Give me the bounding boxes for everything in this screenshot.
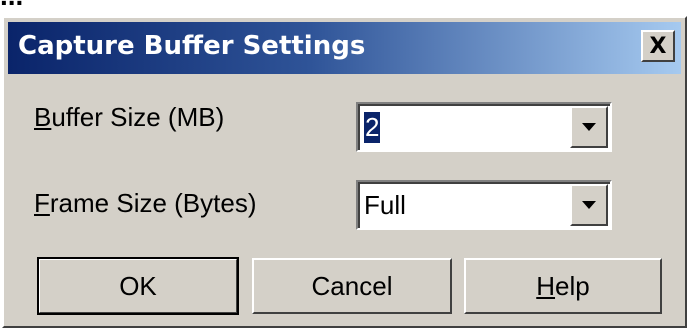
cancel-button-label: Cancel (311, 270, 393, 301)
chevron-down-icon (582, 201, 596, 209)
capture-buffer-settings-dialog: Capture Buffer Settings X Buffer Size (M… (2, 16, 687, 328)
buffer-size-dropdown-button[interactable] (570, 106, 608, 148)
frame-size-dropdown-button[interactable] (570, 184, 608, 226)
frame-size-value: Full (364, 190, 406, 220)
title-bar[interactable]: Capture Buffer Settings X (8, 22, 681, 74)
close-button[interactable]: X (641, 30, 675, 62)
help-mnemonic: H (536, 270, 556, 301)
frame-size-mnemonic: F (34, 188, 50, 218)
help-button-label: Help (536, 271, 589, 302)
frame-size-combobox[interactable]: Full (356, 180, 612, 230)
buffer-size-label-text: uffer Size (MB) (51, 102, 225, 132)
frame-size-label: Frame Size (Bytes) (34, 188, 257, 219)
ok-button[interactable]: OK (37, 257, 239, 315)
frame-size-label-text: rame Size (Bytes) (49, 188, 257, 218)
chevron-down-icon (582, 123, 596, 131)
buffer-size-value: 2 (364, 112, 381, 143)
ok-button-label: OK (119, 270, 157, 301)
buffer-size-mnemonic: B (34, 102, 52, 132)
cancel-button[interactable]: Cancel (252, 258, 452, 314)
buffer-size-label: Buffer Size (MB) (34, 102, 224, 133)
help-button[interactable]: Help (464, 258, 662, 314)
help-label-text: elp (555, 270, 590, 301)
close-icon: X (649, 33, 667, 59)
cropped-text-fragment: ... (0, 0, 23, 12)
dialog-title: Capture Buffer Settings (18, 31, 366, 61)
buffer-size-combobox[interactable]: 2 (356, 102, 612, 152)
